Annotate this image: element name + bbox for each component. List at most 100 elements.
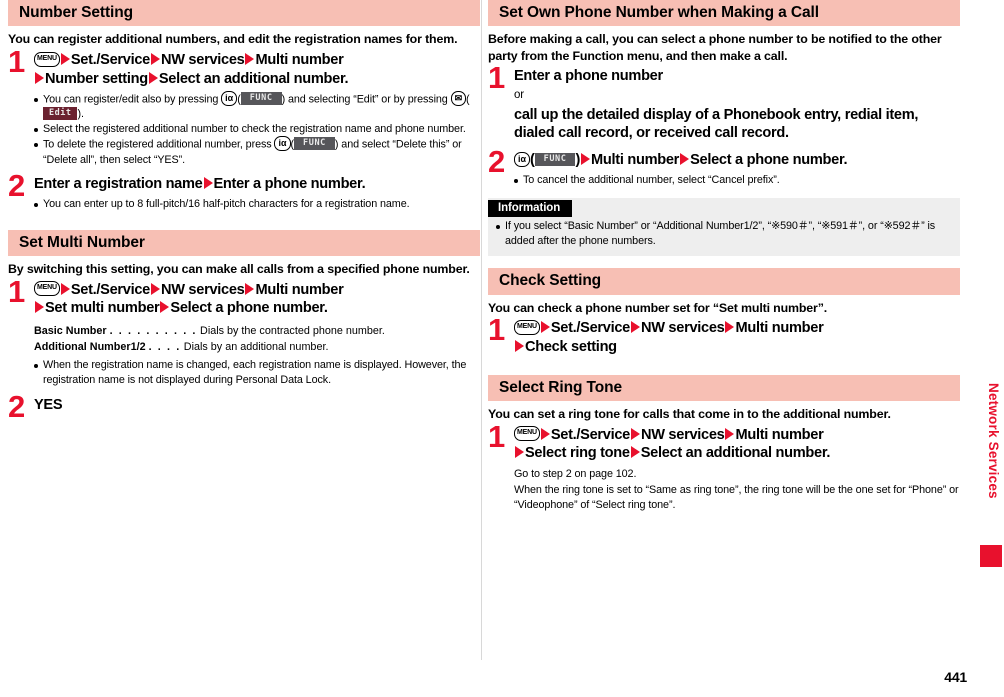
section-lead-check-setting: You can check a phone number set for “Se… xyxy=(488,300,828,315)
bullet-item: If you select “Basic Number” or “Additio… xyxy=(496,219,960,249)
definition-leader: . . . . . . . . . . xyxy=(109,325,198,338)
arrow-icon xyxy=(148,71,158,84)
definition-term: Additional Number1/2 xyxy=(34,340,146,353)
section-title-set-multi-number: Set Multi Number xyxy=(8,229,480,257)
step-part: Check setting xyxy=(525,338,617,355)
section-title-select-ring-tone: Select Ring Tone xyxy=(488,374,960,402)
bullet-item: To cancel the additional number, select … xyxy=(514,173,960,188)
step-1-bullets: When the registration name is changed, e… xyxy=(34,358,480,388)
section-lead-number-setting: You can register additional numbers, and… xyxy=(8,32,458,47)
step-part: Select ring tone xyxy=(525,445,630,462)
step-part: Multi number xyxy=(735,426,824,443)
step-1-select-ring-tone: 1 MENU Set./Service NW services Multi numbe… xyxy=(488,421,960,514)
bullet-item: When the registration name is changed, e… xyxy=(34,358,480,388)
step-number: 1 xyxy=(8,43,25,79)
arrow-icon xyxy=(630,427,640,440)
definition-leader: . . . . xyxy=(148,340,181,353)
information-box: Information If you select “Basic Number”… xyxy=(488,198,960,257)
information-title: Information xyxy=(488,200,573,218)
bullet-item: Select the registered additional number … xyxy=(34,122,480,137)
section-set-own-phone-number: Set Own Phone Number when Making a Call … xyxy=(488,0,960,257)
menu-key-icon[interactable]: MENU xyxy=(34,51,60,67)
information-bullets: If you select “Basic Number” or “Additio… xyxy=(488,219,960,249)
step-number: 2 xyxy=(488,144,505,180)
section-title-set-own-phone-number: Set Own Phone Number when Making a Call xyxy=(488,0,960,27)
func-softkey[interactable]: FUNC xyxy=(240,91,282,105)
arrow-icon xyxy=(150,282,160,295)
left-column: Number Setting You can register addition… xyxy=(8,0,480,422)
step-continuation: call up the detailed display of a Phoneb… xyxy=(514,106,919,142)
arrow-icon xyxy=(203,176,213,189)
step-1-number-setting: 1 MENU Set./Service NW services Multi numbe… xyxy=(8,46,480,168)
step-body: Enter a phone number xyxy=(514,68,663,85)
edge-section-title: Network Services xyxy=(986,383,1001,499)
definition-description: Dials by an additional number. xyxy=(183,340,329,353)
step-2-bullets: To cancel the additional number, select … xyxy=(514,173,960,188)
step-body: MENU Set./Service NW services Multi number … xyxy=(514,319,960,357)
step-number: 1 xyxy=(8,273,25,309)
step-1-set-multi-number: 1 MENU Set./Service NW services Multi numbe… xyxy=(8,276,480,389)
section-select-ring-tone: Select Ring Tone You can set a ring tone… xyxy=(488,374,960,514)
definition-term: Basic Number xyxy=(34,325,107,338)
definition-row: Additional Number1/2 . . . . Dials by an… xyxy=(34,340,480,355)
arrow-icon xyxy=(150,52,160,65)
step-body: iα(FUNC) Multi number Select a phone numbe… xyxy=(514,151,960,170)
column-divider xyxy=(481,0,482,660)
step-number: 2 xyxy=(8,389,25,425)
edge-tab: Network Services xyxy=(978,0,1004,697)
arrow-icon xyxy=(35,301,44,314)
ia-key-icon[interactable]: iα xyxy=(221,90,238,106)
step-part: Select an additional number. xyxy=(640,445,831,462)
arrow-icon xyxy=(540,321,550,334)
right-column: Set Own Phone Number when Making a Call … xyxy=(488,0,960,513)
step-or-text: or xyxy=(514,89,525,102)
step-part: Select a phone number. xyxy=(170,300,328,317)
section-check-setting: Check Setting You can check a phone numb… xyxy=(488,268,960,357)
menu-key-icon[interactable]: MENU xyxy=(514,319,540,335)
mail-key-icon[interactable]: ✉ xyxy=(450,90,466,106)
step-1-bullets: You can register/edit also by pressing i… xyxy=(34,90,480,168)
menu-key-icon[interactable]: MENU xyxy=(514,426,540,442)
arrow-icon xyxy=(515,339,524,352)
bullet-item: To delete the registered additional numb… xyxy=(34,136,480,168)
step-note: Go to step 2 on page 102. xyxy=(514,468,637,481)
ia-key-icon[interactable]: iα xyxy=(274,136,291,152)
step-body: MENU Set./Service NW services Multi number … xyxy=(34,51,480,89)
section-number-setting: Number Setting You can register addition… xyxy=(8,0,480,212)
arrow-icon xyxy=(160,301,170,314)
step-part: Multi number xyxy=(255,51,344,68)
step-body: YES xyxy=(34,397,63,414)
edit-softkey[interactable]: Edit xyxy=(43,106,78,120)
step-note: When the ring tone is set to “Same as ri… xyxy=(514,483,959,511)
step-number: 1 xyxy=(488,60,505,96)
step-part: Enter a registration name xyxy=(34,175,203,192)
arrow-icon xyxy=(35,71,44,84)
arrow-icon xyxy=(245,52,255,65)
ia-key-icon[interactable]: iα xyxy=(514,151,531,167)
arrow-icon xyxy=(630,321,640,334)
step-part: NW services xyxy=(160,51,245,68)
step-part: NW services xyxy=(640,320,725,337)
step-part: Set./Service xyxy=(70,51,150,68)
step-1-set-own-phone-number: 1 Enter a phone number or call up the de… xyxy=(488,62,960,143)
arrow-icon xyxy=(630,446,640,459)
step-2-number-setting: 2 Enter a registration name Enter a phone… xyxy=(8,170,480,212)
func-softkey[interactable]: FUNC xyxy=(534,152,576,166)
step-1-check-setting: 1 MENU Set./Service NW services Multi numbe… xyxy=(488,314,960,357)
bullet-item: You can register/edit also by pressing i… xyxy=(34,90,480,123)
arrow-icon xyxy=(680,153,690,166)
arrow-icon xyxy=(515,446,524,459)
step-2-set-multi-number: 2 YES xyxy=(8,391,480,422)
step-body: MENU Set./Service NW services Multi number … xyxy=(514,426,960,464)
section-lead-set-own-phone-number: Before making a call, you can select a p… xyxy=(488,32,942,63)
func-softkey[interactable]: FUNC xyxy=(294,137,335,151)
step-body: Enter a registration name Enter a phone n… xyxy=(34,175,480,194)
menu-key-icon[interactable]: MENU xyxy=(34,281,60,297)
step-number: 1 xyxy=(488,418,505,454)
section-title-number-setting: Number Setting xyxy=(8,0,480,27)
manual-page: Number Setting You can register addition… xyxy=(0,0,1004,697)
definition-description: Dials by the contracted phone number. xyxy=(200,325,385,338)
step-part: Set./Service xyxy=(550,426,630,443)
